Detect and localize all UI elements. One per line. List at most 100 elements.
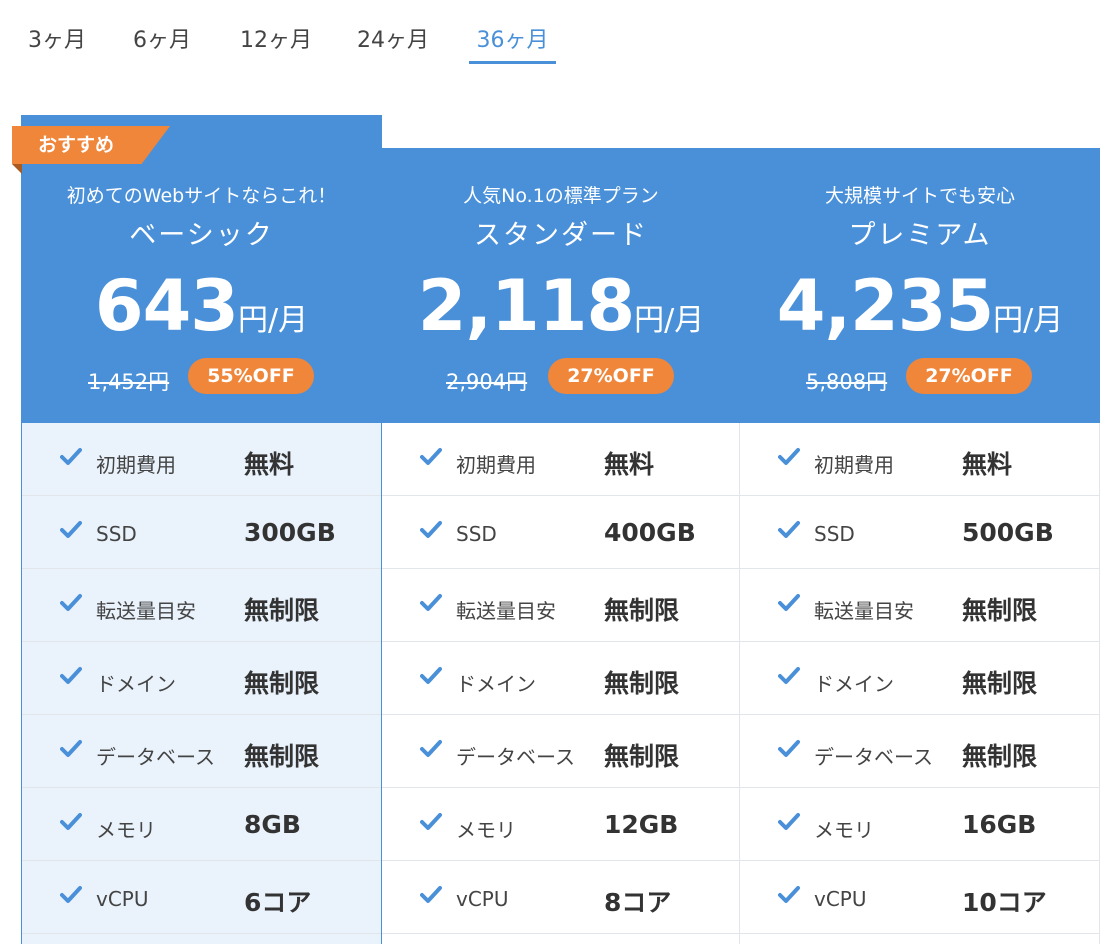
check-icon xyxy=(420,521,442,538)
feature-value: 無制限 xyxy=(244,596,320,625)
feature-label: 転送量目安 xyxy=(814,599,914,623)
feature-row: メモリ 8GB xyxy=(22,788,381,861)
feature-label: 初期費用 xyxy=(456,453,536,477)
feature-value: 無制限 xyxy=(244,669,320,698)
feature-label: 初期費用 xyxy=(96,453,176,477)
feature-row: 転送量目安 無制限 xyxy=(740,569,1100,642)
feature-list: 初期費用 無料 SSD 500GB 転送量目安 無制限 ドメイン 無制限 データ… xyxy=(740,423,1100,944)
feature-row: 転送量目安 無制限 xyxy=(382,569,740,642)
feature-row: vCPU 8コア xyxy=(382,861,740,934)
feature-value: 8GB xyxy=(244,810,301,839)
feature-row: 初期費用 無料 xyxy=(740,423,1100,496)
feature-row: vCPU 6コア xyxy=(22,861,381,934)
feature-label: メモリ xyxy=(814,818,874,842)
feature-value: 無制限 xyxy=(962,596,1038,625)
feature-value: 6コア xyxy=(244,888,312,917)
price-amount: 2,118 xyxy=(417,265,635,347)
original-price: 2,904円 xyxy=(446,370,528,394)
feature-value: 16GB xyxy=(962,810,1037,839)
discount-badge: 55%OFF xyxy=(188,358,314,394)
check-icon xyxy=(60,667,82,684)
feature-row: メモリ 16GB xyxy=(740,788,1100,861)
feature-value: 8コア xyxy=(604,888,672,917)
price-unit: 円/月 xyxy=(634,303,705,338)
check-icon xyxy=(778,521,800,538)
check-icon xyxy=(420,813,442,830)
check-icon xyxy=(60,740,82,757)
check-icon xyxy=(420,448,442,465)
feature-list: 初期費用 無料 SSD 300GB 転送量目安 無制限 ドメイン 無制限 データ… xyxy=(22,423,381,944)
ribbon-fold xyxy=(12,164,22,174)
feature-row: データベース 無制限 xyxy=(382,715,740,788)
plan-standard: 人気No.1の標準プラン スタンダード 2,118円/月 2,904円 27%O… xyxy=(382,148,740,944)
feature-value: 無制限 xyxy=(962,669,1038,698)
feature-value: 12GB xyxy=(604,810,679,839)
feature-label: データベース xyxy=(456,745,575,769)
check-icon xyxy=(420,886,442,903)
feature-row: 初期費用 無料 xyxy=(22,423,381,496)
tab-12-months[interactable]: 12ヶ月 xyxy=(236,18,316,64)
check-icon xyxy=(420,667,442,684)
check-icon xyxy=(60,521,82,538)
price-amount: 643 xyxy=(94,265,239,347)
feature-row: ドメイン 無制限 xyxy=(22,642,381,715)
feature-row: vCPU 10コア xyxy=(740,861,1100,934)
period-tabs: 3ヶ月 6ヶ月 12ヶ月 24ヶ月 36ヶ月 xyxy=(0,0,1114,70)
ribbon-label: おすすめ xyxy=(37,134,114,156)
plan-name: ベーシック xyxy=(129,220,274,251)
column-divider xyxy=(739,423,740,944)
plan-basic: 初めてのWebサイトならこれ！ ベーシック 643円/月 1,452円 55%O… xyxy=(21,115,382,944)
feature-value: 無料 xyxy=(962,450,1013,479)
feature-row: SSD 300GB xyxy=(22,496,381,569)
tab-6-months[interactable]: 6ヶ月 xyxy=(128,18,196,64)
feature-label: メモリ xyxy=(96,818,156,842)
feature-row: SSD 400GB xyxy=(382,496,740,569)
feature-value: 500GB xyxy=(962,518,1054,547)
feature-label: ドメイン xyxy=(456,672,536,696)
feature-value: 300GB xyxy=(244,518,336,547)
plan-subtitle: 大規模サイトでも安心 xyxy=(824,185,1015,207)
tab-3-months[interactable]: 3ヶ月 xyxy=(24,18,90,64)
column-divider xyxy=(1099,423,1100,944)
check-icon xyxy=(60,594,82,611)
discount-row: 5,808円 27%OFF xyxy=(740,358,1100,398)
check-icon xyxy=(778,594,800,611)
feature-list: 初期費用 無料 SSD 400GB 転送量目安 無制限 ドメイン 無制限 データ… xyxy=(382,423,740,944)
feature-value: 無制限 xyxy=(604,596,680,625)
check-icon xyxy=(420,740,442,757)
price: 2,118円/月 xyxy=(382,265,740,347)
feature-label: データベース xyxy=(814,745,933,769)
feature-value: 400GB xyxy=(604,518,696,547)
feature-row: SSD 500GB xyxy=(740,496,1100,569)
check-icon xyxy=(778,886,800,903)
feature-value: 無制限 xyxy=(962,742,1038,771)
original-price: 1,452円 xyxy=(88,370,170,394)
feature-label: ドメイン xyxy=(814,672,894,696)
plan-name: スタンダード xyxy=(474,220,648,251)
price-unit: 円/月 xyxy=(238,303,309,338)
discount-row: 2,904円 27%OFF xyxy=(382,358,740,398)
tab-24-months[interactable]: 24ヶ月 xyxy=(352,18,434,64)
feature-label: 初期費用 xyxy=(814,453,894,477)
check-icon xyxy=(60,886,82,903)
plan-subtitle: 人気No.1の標準プラン xyxy=(463,185,659,207)
feature-value: 無制限 xyxy=(604,742,680,771)
plan-premium: 大規模サイトでも安心 プレミアム 4,235円/月 5,808円 27%OFF … xyxy=(740,148,1100,944)
feature-label: vCPU xyxy=(456,887,509,911)
plan-name: プレミアム xyxy=(848,220,992,251)
discount-badge: 27%OFF xyxy=(906,358,1032,394)
plan-header: 大規模サイトでも安心 プレミアム 4,235円/月 5,808円 27%OFF xyxy=(740,148,1100,423)
check-icon xyxy=(778,740,800,757)
feature-row: 初期費用 無料 xyxy=(382,423,740,496)
check-icon xyxy=(60,448,82,465)
discount-badge: 27%OFF xyxy=(548,358,674,394)
feature-value: 無制限 xyxy=(244,742,320,771)
price-unit: 円/月 xyxy=(993,303,1064,338)
feature-label: 転送量目安 xyxy=(96,599,196,623)
feature-label: データベース xyxy=(96,745,215,769)
feature-label: vCPU xyxy=(814,887,867,911)
feature-value: 無料 xyxy=(604,450,655,479)
feature-label: ドメイン xyxy=(96,672,176,696)
plan-header: 人気No.1の標準プラン スタンダード 2,118円/月 2,904円 27%O… xyxy=(382,148,740,423)
tab-36-months[interactable]: 36ヶ月 xyxy=(469,18,556,64)
